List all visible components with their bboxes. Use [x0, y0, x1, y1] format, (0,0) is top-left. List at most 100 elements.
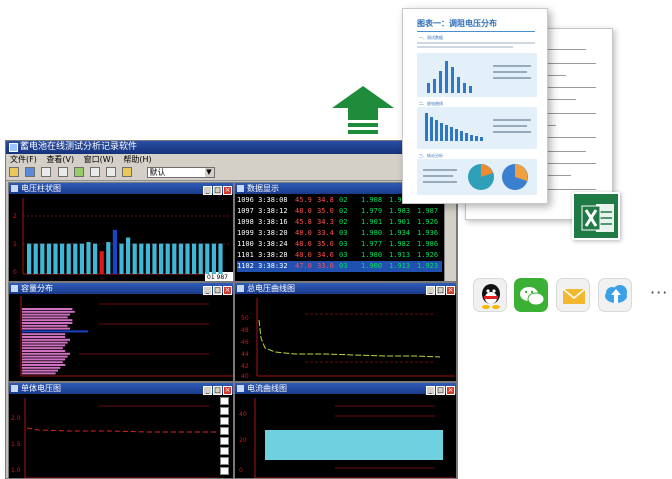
wechat-glyph	[520, 287, 545, 306]
cell-value: 1.913	[389, 262, 411, 270]
save-icon[interactable]	[25, 167, 36, 177]
single-voltage-line	[26, 427, 217, 433]
panel-icon	[11, 385, 18, 392]
capacity-bar	[22, 341, 68, 344]
data-table-title: 数据显示	[247, 184, 279, 193]
report-document: 图表一：调阻电压分布 一、测试数据 二、放电曲线 三、结论分析	[402, 8, 548, 204]
cell-voltage: 33.4	[317, 229, 334, 237]
panel-icon	[237, 385, 244, 392]
table-row[interactable]: 1101 3:38:28 48.0 34.6 03 1.980 1.913 1.926	[237, 250, 442, 261]
menu-help[interactable]: 帮助(H)	[123, 155, 151, 164]
voltage-bar	[211, 243, 216, 274]
voltage-bar-title: 电压柱状图	[21, 184, 61, 193]
voltage-bar	[132, 243, 137, 274]
table-row[interactable]: 1098 3:38:16 45.8 34.3 02 1.901 1.901 1.926	[237, 217, 442, 228]
voltage-bar	[40, 243, 45, 274]
panel-icon	[11, 185, 18, 192]
voltage-bar	[178, 243, 183, 274]
panel-titlebar: 电流曲线图 _ □ ×	[235, 383, 456, 395]
channel-checkbox[interactable]	[220, 457, 229, 465]
capacity-bar	[22, 358, 66, 361]
excel-x-glyph	[581, 204, 614, 232]
cloud-upload-icon[interactable]	[598, 278, 632, 312]
capacity-bar	[22, 336, 66, 338]
help-icon[interactable]	[122, 167, 133, 177]
channel-checkbox[interactable]	[220, 397, 229, 405]
qq-glyph	[482, 284, 500, 309]
settings-icon[interactable]	[106, 167, 117, 177]
channel-checkbox[interactable]	[220, 407, 229, 415]
voltage-bar	[106, 242, 111, 274]
application-window: 蓄电池在线测试分析记录软件 文件(F) 查看(V) 窗口(W) 帮助(H) 默认…	[5, 140, 458, 479]
vertical-scrollbar[interactable]	[444, 194, 456, 281]
voltage-bar	[152, 243, 157, 274]
export-icon[interactable]	[57, 167, 68, 177]
email-icon[interactable]	[556, 278, 590, 312]
y-tick: 20	[239, 437, 247, 444]
table-icon[interactable]	[89, 167, 100, 177]
data-table: 1096 3:38:08 45.9 34.8 02 1.908 1.913 1097 3:3…	[237, 195, 442, 272]
cell-status: 03	[339, 262, 348, 270]
print-icon[interactable]	[41, 167, 52, 177]
channel-checkbox[interactable]	[220, 417, 229, 425]
cell-status: 02	[339, 207, 348, 215]
window-title: 蓄电池在线测试分析记录软件	[20, 142, 138, 152]
report-title: 图表一：调阻电压分布	[417, 19, 497, 28]
channel-checkbox[interactable]	[220, 437, 229, 445]
export-arrow-icon	[332, 86, 394, 134]
table-row[interactable]: 1102 3:38:32 47.0 33.0 03 1.900 1.913 1.923	[237, 261, 442, 272]
y-tick: 1.5	[11, 441, 21, 448]
cell-value: 1.901	[361, 218, 383, 226]
capacity-bar	[22, 327, 70, 330]
current-panel: 电流曲线图 _ □ × 40 20 0	[234, 382, 457, 479]
more-options-label[interactable]: ···	[650, 283, 668, 302]
menu-window[interactable]: 窗口(W)	[84, 155, 114, 164]
cell-status: 02	[339, 218, 348, 226]
cell-voltage: 48.0	[295, 251, 312, 259]
voltage-bar	[79, 243, 84, 274]
menu-view[interactable]: 查看(V)	[46, 155, 74, 164]
wechat-icon[interactable]	[514, 278, 548, 312]
channel-checkbox[interactable]	[220, 467, 229, 475]
qq-icon[interactable]	[473, 278, 507, 312]
cell-value: 1.908	[361, 196, 383, 204]
capacity-bar	[22, 310, 75, 313]
capacity-bar	[22, 355, 68, 358]
cell-value: 1.982	[389, 240, 411, 248]
capacity-bar	[22, 330, 88, 333]
voltage-bar	[126, 237, 131, 274]
channel-checkbox[interactable]	[220, 427, 229, 435]
y-tick: 40	[239, 411, 247, 418]
voltage-bar	[119, 243, 124, 274]
menu-bar: 文件(F) 查看(V) 窗口(W) 帮助(H)	[6, 154, 457, 165]
cell-voltage: 48.0	[295, 207, 312, 215]
cell-status: 03	[339, 240, 348, 248]
table-row[interactable]: 1100 3:38:24 48.0 35.0 03 1.977 1.982 1.986	[237, 239, 442, 250]
table-row[interactable]: 1097 3:38:12 48.0 35.0 02 1.979 1.983 1.987	[237, 206, 442, 217]
menu-file[interactable]: 文件(F)	[10, 155, 37, 164]
table-row[interactable]: 1099 3:38:20 48.0 33.4 03 1.980 1.934 1.936	[237, 228, 442, 239]
cell-time: 1097 3:38:12	[237, 207, 288, 215]
chevron-down-icon[interactable]: ▼	[204, 168, 214, 177]
window-titlebar: 蓄电池在线测试分析记录软件	[6, 141, 457, 154]
y-tick: 44	[241, 351, 249, 358]
cell-value: 1.986	[417, 240, 439, 248]
y-tick: 50	[241, 315, 249, 322]
cell-value: 1.926	[417, 251, 439, 259]
cell-voltage: 34.6	[317, 251, 334, 259]
excel-icon[interactable]	[572, 192, 620, 240]
voltage-bar	[53, 243, 58, 274]
cell-value: 1.900	[361, 262, 383, 270]
email-glyph	[562, 288, 586, 304]
channel-checkbox[interactable]	[220, 447, 229, 455]
capacity-bar	[22, 361, 63, 364]
y-tick: 0	[239, 467, 243, 474]
chart-icon[interactable]	[73, 167, 84, 177]
voltage-bar	[112, 229, 117, 274]
cell-time: 1101 3:38:28	[237, 251, 288, 259]
cell-value: 1.913	[389, 251, 411, 259]
y-tick: 1.0	[11, 467, 21, 474]
mode-select[interactable]: 默认 ▼	[146, 167, 215, 178]
cell-voltage: 33.0	[317, 262, 334, 270]
open-icon[interactable]	[9, 167, 19, 177]
